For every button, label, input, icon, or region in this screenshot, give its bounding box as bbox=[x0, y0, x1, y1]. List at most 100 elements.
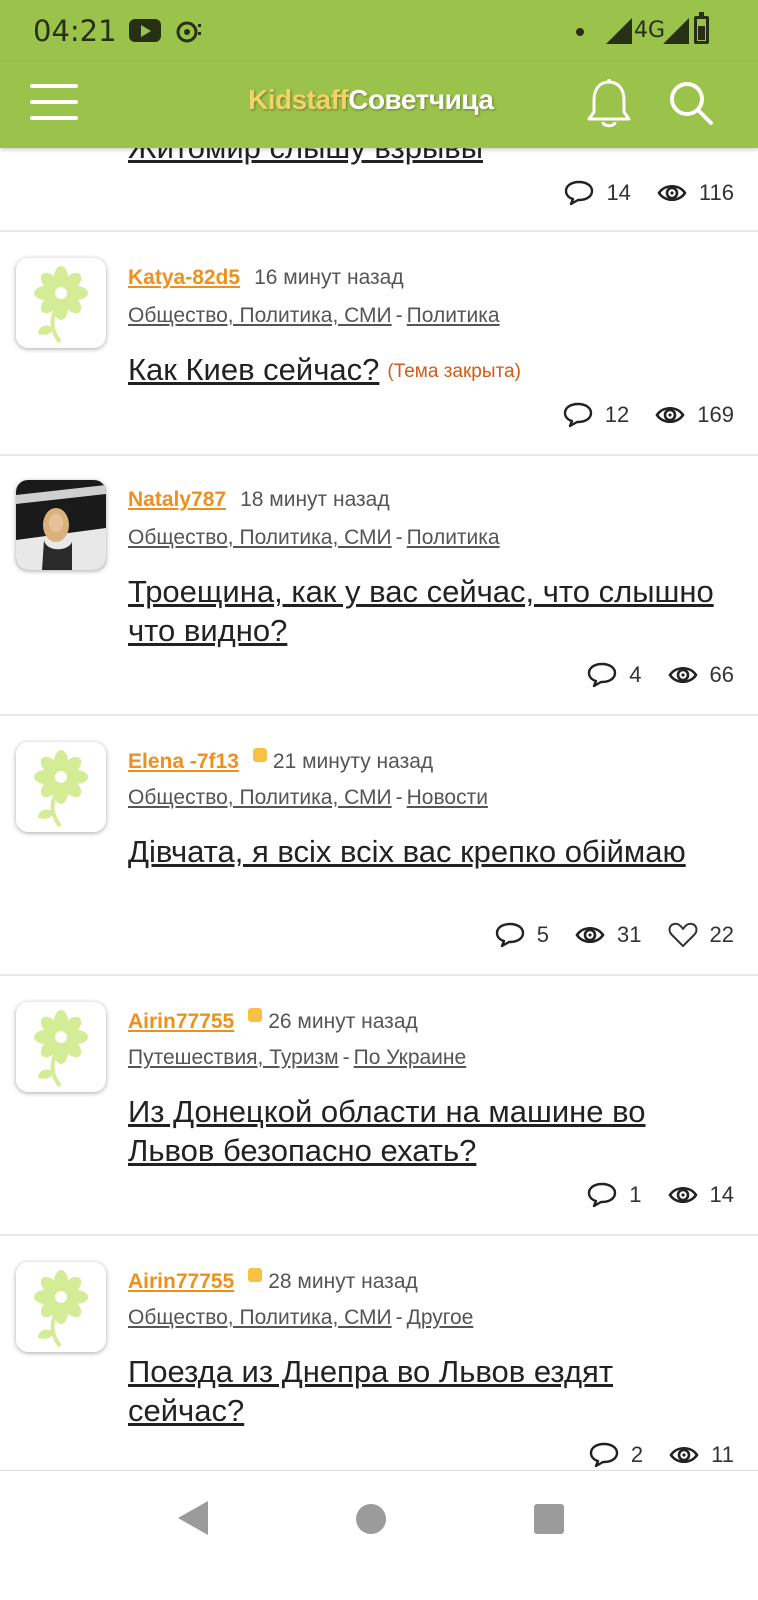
user-badge-icon bbox=[248, 1008, 263, 1022]
views-count: 66 bbox=[709, 662, 734, 687]
media-notification-icon bbox=[176, 18, 202, 44]
comments-count: 4 bbox=[629, 662, 642, 687]
section-link[interactable]: Общество, Политика, СМИ bbox=[128, 1306, 392, 1329]
topic-item: Elena -7f13 21 минуту назад Общество, Пол… bbox=[0, 716, 758, 976]
comments-stat: 12 bbox=[563, 402, 629, 428]
topic-title-link[interactable]: Троещина, как у вас сейчас, что слышно ч… bbox=[128, 574, 714, 648]
views-count: 31 bbox=[617, 922, 642, 947]
photo-avatar-icon bbox=[16, 480, 106, 570]
home-icon[interactable] bbox=[356, 1504, 386, 1534]
flower-avatar-icon bbox=[34, 266, 88, 344]
topic-item: Nataly787 18 минут назад Общество, Полити… bbox=[0, 456, 758, 716]
likes-count: 22 bbox=[709, 922, 734, 947]
topic-meta: Airin77755 28 минут назад bbox=[128, 1268, 418, 1294]
topic-stats: 1 14 bbox=[561, 1182, 734, 1208]
topic-stats: 2 11 bbox=[563, 1442, 734, 1468]
status-time: 04:21 bbox=[33, 14, 117, 48]
topic-time: 21 минуту назад bbox=[272, 750, 434, 773]
topic-item: Житомир слышу взрывы 14 116 bbox=[0, 148, 758, 232]
avatar[interactable] bbox=[16, 1002, 106, 1092]
network-type: 4G bbox=[634, 18, 666, 43]
author-link[interactable]: Katya-82d5 bbox=[128, 266, 240, 289]
topic-stats: 4 66 bbox=[561, 662, 734, 688]
topic-title-link[interactable]: Дівчата, я всіх всіх вас крепко обіймаю bbox=[128, 834, 686, 869]
flower-avatar-icon bbox=[34, 750, 88, 828]
views-stat: 169 bbox=[655, 402, 734, 428]
topic-time: 26 минут назад bbox=[268, 1010, 418, 1033]
battery-icon bbox=[694, 12, 709, 44]
topic-title: Поезда из Днепра во Львов ездят сейчас? bbox=[128, 1352, 728, 1430]
flower-avatar-icon bbox=[34, 1270, 88, 1348]
topic-title-link[interactable]: Поезда из Днепра во Львов ездят сейчас? bbox=[128, 1354, 613, 1428]
topic-title: Дівчата, я всіх всіх вас крепко обіймаю bbox=[128, 832, 728, 871]
bell-icon[interactable] bbox=[586, 78, 632, 130]
eye-icon bbox=[667, 666, 698, 684]
topic-categories: Общество, Политика, СМИ - Политика bbox=[128, 526, 500, 549]
topic-categories: Общество, Политика, СМИ - Другое bbox=[128, 1306, 474, 1329]
author-link[interactable]: Airin77755 bbox=[128, 1270, 234, 1293]
menu-icon[interactable] bbox=[30, 82, 78, 124]
comment-icon bbox=[565, 180, 594, 206]
topic-title[interactable]: Житомир слышу взрывы bbox=[128, 148, 728, 167]
comments-stat: 14 bbox=[564, 180, 631, 206]
comment-icon bbox=[588, 1182, 617, 1208]
eye-icon bbox=[669, 1446, 699, 1464]
notification-dot-icon bbox=[576, 28, 584, 36]
heart-icon bbox=[668, 922, 697, 947]
comments-stat: 5 bbox=[495, 922, 549, 948]
views-stat: 11 bbox=[669, 1442, 734, 1468]
views-stat: 116 bbox=[657, 180, 734, 206]
author-link[interactable]: Elena -7f13 bbox=[128, 750, 239, 773]
subsection-link[interactable]: Политика bbox=[407, 526, 500, 549]
views-count: 11 bbox=[711, 1442, 734, 1467]
subsection-link[interactable]: Политика bbox=[407, 304, 500, 327]
topic-meta: Elena -7f13 21 минуту назад bbox=[128, 748, 433, 774]
search-icon[interactable] bbox=[668, 80, 714, 126]
topic-categories: Путешествия, Туризм - По Украине bbox=[128, 1046, 467, 1069]
topic-stats: 12 169 bbox=[537, 402, 734, 428]
signal-icon bbox=[606, 18, 632, 44]
topic-item: Katya-82d5 16 минут назад Общество, Полит… bbox=[0, 234, 758, 456]
subsection-link[interactable]: Другое bbox=[407, 1306, 474, 1329]
comments-count: 1 bbox=[629, 1182, 642, 1207]
logo-kidstaff: Kidstaff bbox=[248, 84, 349, 115]
avatar[interactable] bbox=[16, 742, 106, 832]
avatar[interactable] bbox=[16, 1262, 106, 1352]
author-link[interactable]: Nataly787 bbox=[128, 488, 226, 511]
topic-title-link[interactable]: Из Донецкой области на машине во Львов б… bbox=[128, 1094, 646, 1168]
comment-icon bbox=[588, 662, 617, 688]
topic-meta: Katya-82d5 16 минут назад bbox=[128, 266, 404, 290]
youtube-notification-icon bbox=[129, 19, 161, 42]
views-count: 169 bbox=[697, 402, 734, 427]
avatar[interactable] bbox=[16, 480, 106, 570]
eye-icon bbox=[655, 406, 685, 424]
subsection-link[interactable]: Новости bbox=[407, 786, 488, 809]
topic-meta: Nataly787 18 минут назад bbox=[128, 488, 390, 512]
topic-categories: Общество, Политика, СМИ - Политика bbox=[128, 304, 500, 327]
comments-stat: 1 bbox=[587, 1182, 642, 1208]
comment-icon bbox=[589, 1442, 619, 1468]
section-link[interactable]: Общество, Политика, СМИ bbox=[128, 786, 392, 809]
status-bar: 04:21 4G bbox=[0, 0, 758, 62]
views-stat: 31 bbox=[575, 922, 642, 948]
topic-title-link[interactable]: Как Киев сейчас? bbox=[128, 352, 379, 387]
topic-time: 28 минут назад bbox=[268, 1270, 418, 1293]
topic-item: Airin77755 26 минут назад Путешествия, Ту… bbox=[0, 976, 758, 1236]
subsection-link[interactable]: По Украине bbox=[354, 1046, 467, 1069]
eye-icon bbox=[667, 1186, 698, 1204]
section-link[interactable]: Общество, Политика, СМИ bbox=[128, 526, 392, 549]
section-link[interactable]: Путешествия, Туризм bbox=[128, 1046, 339, 1069]
likes-stat[interactable]: 22 bbox=[668, 922, 734, 948]
section-link[interactable]: Общество, Политика, СМИ bbox=[128, 304, 392, 327]
topic-time: 16 минут назад bbox=[254, 266, 404, 289]
user-badge-icon bbox=[252, 748, 267, 762]
avatar[interactable] bbox=[16, 258, 106, 348]
topic-title: Троещина, как у вас сейчас, что слышно ч… bbox=[128, 572, 728, 650]
logo[interactable]: KidstaffСоветчица bbox=[248, 84, 494, 116]
app-header: KidstaffСоветчица bbox=[0, 62, 758, 148]
recents-icon[interactable] bbox=[534, 1504, 564, 1534]
comments-stat: 4 bbox=[587, 662, 642, 688]
back-icon[interactable] bbox=[178, 1501, 208, 1535]
author-link[interactable]: Airin77755 bbox=[128, 1010, 234, 1033]
topic-stats: 5 31 22 bbox=[469, 922, 734, 948]
